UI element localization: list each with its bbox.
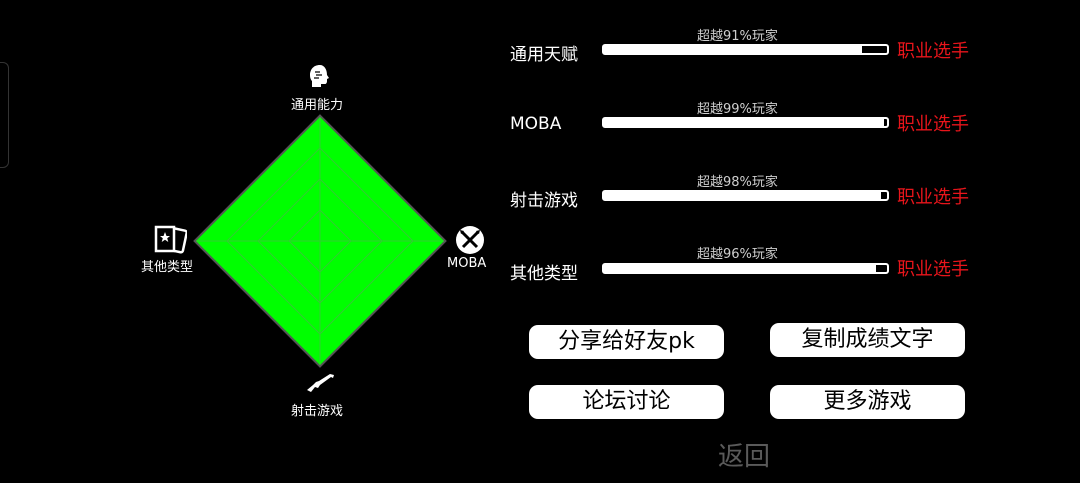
stat-progress-fill <box>604 192 882 199</box>
copy-results-button[interactable]: 复制成绩文字 <box>770 323 965 357</box>
stat-label: MOBA <box>510 114 562 134</box>
stat-rank: 职业选手 <box>897 114 969 135</box>
stat-label: 通用天赋 <box>510 45 578 65</box>
stat-percent: 超越96%玩家 <box>697 247 778 262</box>
stat-progress-fill <box>604 46 862 53</box>
more-games-button[interactable]: 更多游戏 <box>770 385 965 419</box>
stat-progress-bar <box>602 117 889 128</box>
stat-progress-bar <box>602 44 889 55</box>
stat-progress-bar <box>602 190 889 201</box>
stat-row: 超越91%玩家 通用天赋 职业选手 <box>0 28 1080 68</box>
back-button[interactable]: 返回 <box>718 436 770 473</box>
stat-progress-fill <box>604 119 885 126</box>
rifle-icon <box>305 372 335 398</box>
stat-rank: 职业选手 <box>897 187 969 208</box>
stat-row: 超越98%玩家 射击游戏 职业选手 <box>0 174 1080 214</box>
stat-progress-bar <box>602 263 889 274</box>
stat-label: 射击游戏 <box>510 191 578 211</box>
stat-percent: 超越99%玩家 <box>697 102 778 117</box>
stat-percent: 超越98%玩家 <box>697 175 778 190</box>
axis-label-shooter: 射击游戏 <box>291 404 344 419</box>
stat-rank: 职业选手 <box>897 259 969 280</box>
forum-button[interactable]: 论坛讨论 <box>529 385 724 419</box>
stat-row: 超越99%玩家 MOBA 职业选手 <box>0 101 1080 141</box>
stat-rank: 职业选手 <box>897 41 969 62</box>
share-pk-button[interactable]: 分享给好友pk <box>529 325 724 359</box>
stat-row: 超越96%玩家 其他类型 职业选手 <box>0 246 1080 286</box>
stat-progress-fill <box>604 265 876 272</box>
stat-label: 其他类型 <box>510 264 578 284</box>
stat-percent: 超越91%玩家 <box>697 29 778 44</box>
